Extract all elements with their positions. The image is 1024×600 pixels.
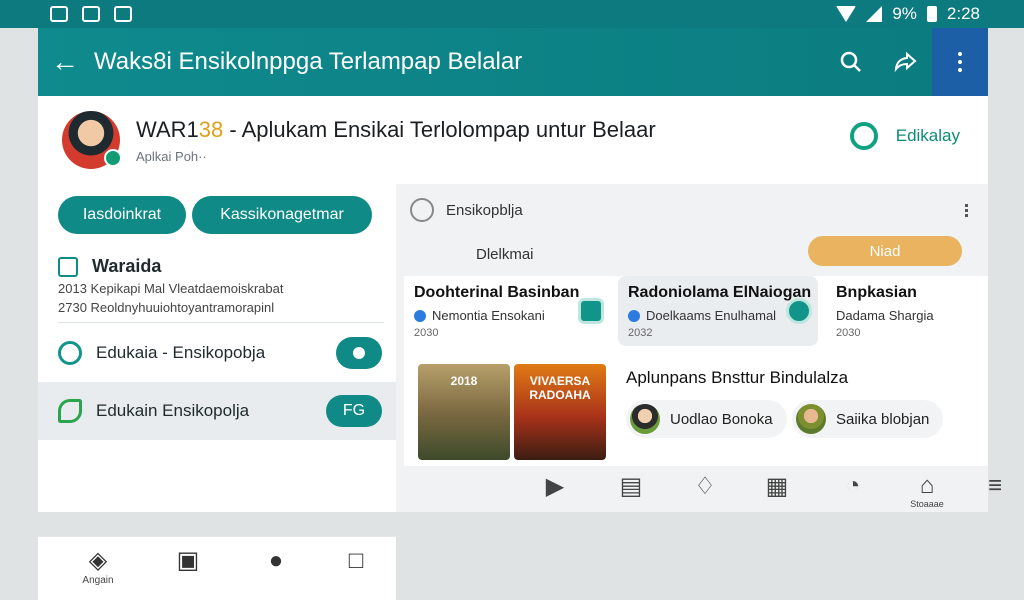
- filter-pill[interactable]: Kassikonagetmar: [192, 196, 372, 234]
- notification-icon: [82, 6, 100, 22]
- featured-line: Kepikapi Mal Vleatdaemoiskrabat: [90, 281, 284, 296]
- more-vertical-icon[interactable]: [965, 202, 968, 219]
- check-circle-icon: [58, 341, 82, 365]
- featured-line-number: 2730: [58, 300, 87, 315]
- list-item[interactable]: Edukaia - Ensikopobja: [38, 324, 396, 382]
- status-bar: 9% 2:28: [0, 0, 1024, 28]
- signal-icon: [866, 6, 883, 22]
- person-chip[interactable]: Saiika blobjan: [792, 400, 944, 438]
- brand-logo-icon: [849, 122, 878, 150]
- brand-link[interactable]: Edikalay: [849, 122, 960, 150]
- card-subtitle: Doelkaams Enulhamal: [646, 308, 777, 323]
- chart-icon[interactable]: ◔: [836, 472, 870, 500]
- app-bar: ← Waks8i Ensikolnppga Terlampap Belalar: [38, 28, 988, 96]
- avatar[interactable]: [62, 111, 122, 169]
- featured-title: Waraida: [92, 256, 162, 276]
- clock-time: 2:28: [946, 4, 980, 23]
- bell-icon: ●: [268, 547, 284, 574]
- person-name: Uodlao Bonoka: [670, 410, 773, 428]
- card-subtitle: Dadama Shargia: [836, 308, 934, 323]
- brand-label: Edikalay: [895, 126, 960, 145]
- card-title: Radoniolama ElNaiogan: [628, 284, 812, 301]
- globe-icon: [414, 309, 426, 322]
- diamond-icon: ◈: [88, 547, 108, 574]
- globe-icon: [628, 309, 640, 322]
- featured-line-number: 2013: [58, 281, 87, 296]
- list-item-button[interactable]: FG: [326, 395, 382, 427]
- back-arrow-icon[interactable]: ←: [38, 46, 92, 78]
- poster-image[interactable]: 2018: [418, 364, 510, 460]
- content-card[interactable]: Radoniolama ElNaiogan Doelkaams Enulhama…: [618, 276, 818, 346]
- card-title: Doohterinal Basinban: [414, 284, 580, 301]
- person-chip[interactable]: Uodlao Bonoka: [626, 400, 787, 438]
- page-content: WAR138 - Aplukam Ensikai Terlolompap unt…: [38, 96, 1002, 600]
- poster-image[interactable]: VIVAERSA RADOAHA: [514, 364, 606, 460]
- status-chip[interactable]: Niad: [808, 236, 962, 266]
- app-header: WAR138 - Aplukam Ensikai Terlolompap unt…: [38, 96, 988, 184]
- left-panel: Iasdoinkrat Kassikonagetmar Waraida 2013…: [38, 184, 396, 600]
- bottom-nav-left: ◈ Angain ▣ ● □: [38, 536, 396, 600]
- page-subtitle: Aplkai Poh··: [136, 148, 207, 164]
- clock-icon: [410, 198, 434, 222]
- content-card[interactable]: Bnpkasian Dadama Shargia 2030: [826, 276, 986, 346]
- verified-badge-icon: [104, 149, 122, 167]
- card-meta: 2030: [836, 327, 861, 339]
- right-panel: Ensikopblja Dlelkmai Niad Doohterinal Ba…: [396, 184, 1002, 512]
- page-title: WAR138 - Aplukam Ensikai Terlolompap unt…: [136, 116, 656, 142]
- divider: [58, 322, 384, 323]
- nav-item[interactable]: ●: [256, 547, 296, 575]
- nav-item[interactable]: □: [336, 547, 376, 575]
- filter-label[interactable]: Dlelkmai: [476, 246, 534, 263]
- featured-section: 2018 VIVAERSA RADOAHA Aplunpans Bnsttur …: [404, 346, 988, 466]
- card-meta: 2032: [628, 327, 653, 339]
- poster-text: VIVAERSA RADOAHA: [529, 374, 591, 402]
- panel-header-label: Ensikopblja: [446, 201, 523, 219]
- featured-entry[interactable]: Waraida 2013 Kepikapi Mal Vleatdaemoiskr…: [58, 256, 388, 315]
- battery-icon: [926, 6, 937, 22]
- card-meta: 2030: [414, 327, 439, 339]
- nav-label: Angain: [82, 575, 114, 586]
- poster-text: 2018: [450, 374, 478, 388]
- more-vertical-icon[interactable]: [932, 28, 988, 96]
- wifi-icon: [836, 6, 857, 22]
- bookmark-icon: □: [348, 547, 364, 574]
- home-icon[interactable]: ⌂ Stoaaae: [910, 472, 944, 509]
- nav-item[interactable]: ◈ Angain: [78, 547, 118, 586]
- person-name: Saiika blobjan: [836, 410, 930, 428]
- nav-label: Stoaaae: [910, 499, 944, 509]
- battery-percent: 9%: [892, 4, 917, 23]
- shape-icon[interactable]: ♢: [688, 472, 722, 501]
- play-icon[interactable]: ▶: [538, 472, 572, 501]
- card-row: Doohterinal Basinban Nemontia Ensokani 2…: [404, 276, 988, 346]
- list-item[interactable]: Edukain Ensikopolja FG: [38, 382, 396, 440]
- bottom-nav-right: ▶ ▤ ♢ ▦ ◔ ⌂ Stoaaae ≡: [396, 466, 1002, 512]
- leaf-icon: [58, 399, 82, 423]
- search-icon[interactable]: [824, 28, 878, 96]
- square-icon: [58, 256, 78, 277]
- menu-icon[interactable]: ≡: [980, 472, 1010, 500]
- avatar: [796, 404, 826, 434]
- edit-icon[interactable]: ▦: [760, 472, 794, 501]
- share-icon[interactable]: [878, 28, 932, 96]
- app-bar-title: Waks8i Ensikolnppga Terlampap Belalar: [94, 48, 523, 75]
- nav-item[interactable]: ▣: [168, 547, 208, 575]
- dot-icon: [353, 347, 365, 359]
- notification-icon: [114, 6, 132, 22]
- list-item-toggle[interactable]: [336, 337, 382, 369]
- card-title: Bnpkasian: [836, 284, 917, 301]
- tablet-icon: ▣: [176, 547, 200, 574]
- section-title: Aplunpans Bnsttur Bindulalza: [626, 368, 849, 387]
- avatar: [630, 404, 660, 434]
- card-badge-icon[interactable]: [786, 298, 812, 324]
- notification-icon: [50, 6, 68, 22]
- list-item-label: Edukaia - Ensikopobja: [96, 343, 266, 362]
- featured-line: Reoldnyhuuiohtoyantramorapinl: [90, 300, 275, 315]
- content-card[interactable]: Doohterinal Basinban Nemontia Ensokani 2…: [404, 276, 610, 346]
- card-badge-icon[interactable]: [578, 298, 604, 324]
- panel-header: Ensikopblja: [396, 184, 988, 236]
- book-icon[interactable]: ▤: [614, 472, 648, 501]
- card-subtitle: Nemontia Ensokani: [432, 308, 545, 323]
- filter-pill[interactable]: Iasdoinkrat: [58, 196, 186, 234]
- list-item-label: Edukain Ensikopolja: [96, 401, 250, 420]
